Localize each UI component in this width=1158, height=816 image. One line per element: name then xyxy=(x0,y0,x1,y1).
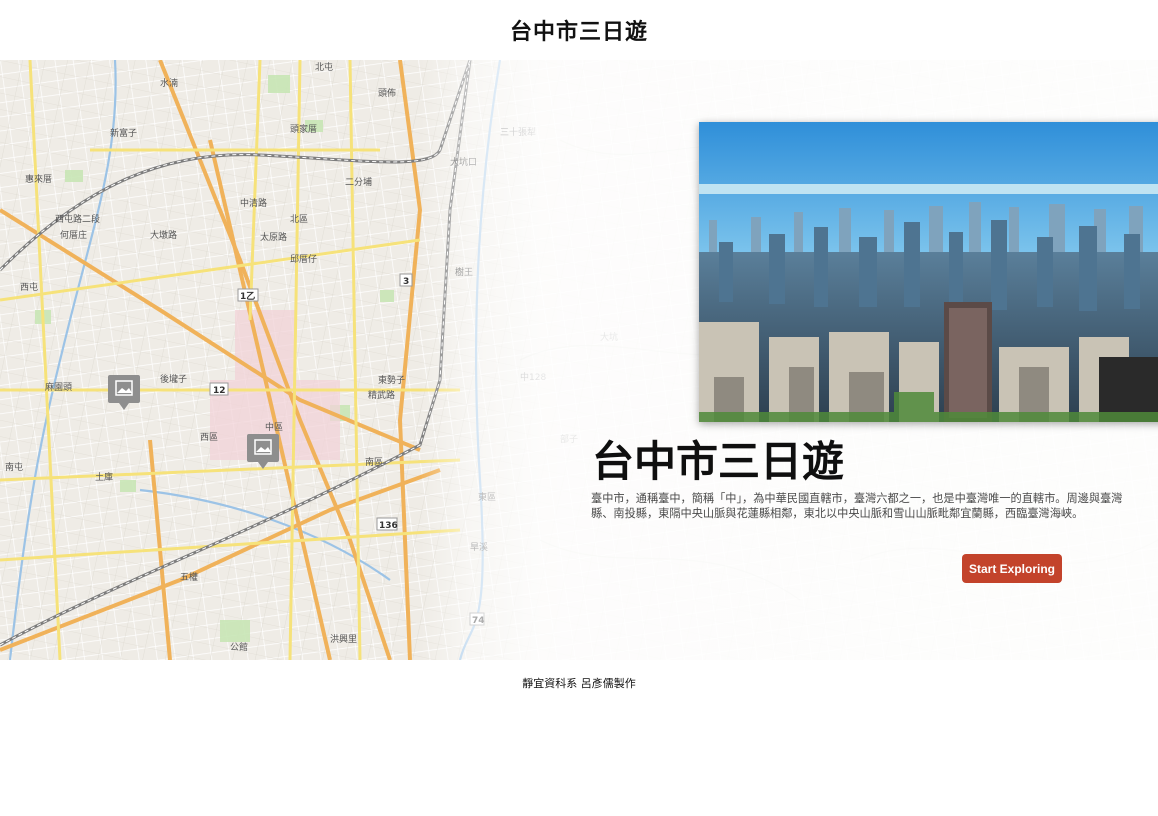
hero-description: 臺中市，通稱臺中，簡稱「中」，為中華民國直轄市，臺灣六都之一，也是中臺灣唯一的直… xyxy=(591,491,1158,521)
hero-title: 台中市三日遊 xyxy=(592,437,845,486)
page-footer: 靜宜資科系 呂彥儒製作 xyxy=(0,675,1158,691)
start-exploring-button[interactable]: Start Exploring xyxy=(962,554,1062,583)
page-header: 台中市三日遊 xyxy=(0,0,1158,60)
hero-description-line: 縣、南投縣，東隔中央山脈與花蓮縣相鄰，東北以中央山脈和雪山山脈毗鄰宜蘭縣，西臨臺… xyxy=(591,507,1084,520)
hero-description-line: 臺中市，通稱臺中，簡稱「中」，為中華民國直轄市，臺灣六都之一，也是中臺灣唯一的直… xyxy=(591,492,1123,505)
hero-section: 北屯 水湳 新富子 惠來厝 西屯路二段 何厝庄 大墩路 中清路 西屯 麻園頭 後… xyxy=(0,60,1158,660)
city-skyline-photo xyxy=(699,122,1158,422)
page-title: 台中市三日遊 xyxy=(509,20,648,45)
footer-credit: 靜宜資科系 呂彥儒製作 xyxy=(522,677,636,690)
